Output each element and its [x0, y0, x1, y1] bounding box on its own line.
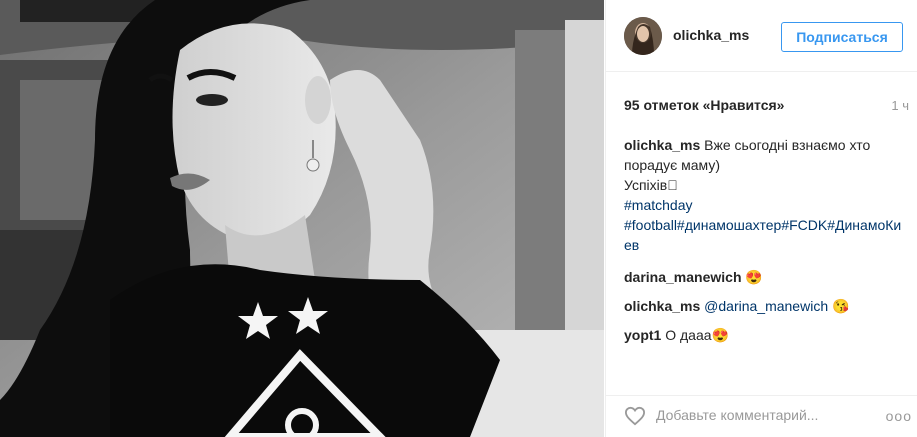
hashtag-link[interactable]: #matchday — [624, 197, 692, 213]
follow-button[interactable]: Подписаться — [781, 22, 903, 52]
post-time[interactable]: 1 ч — [891, 98, 909, 113]
header-username[interactable]: olichka_ms — [673, 27, 749, 43]
list-item: olichka_ms @darina_manewich 😘 — [624, 296, 904, 316]
heart-icon[interactable] — [624, 406, 646, 426]
caption-text-line2: Успіхів🏻 — [624, 177, 678, 193]
likes-count[interactable]: 95 отметок «Нравится» — [624, 97, 784, 113]
hashtags-link[interactable]: #football#динамошахтер#FCDK#ДинамоКиев — [624, 217, 901, 253]
comment-text: О дааа😍 — [665, 327, 729, 343]
caption-author[interactable]: olichka_ms — [624, 137, 700, 153]
comment-input[interactable]: Добавьте комментарий... — [656, 407, 818, 423]
comment-text: 😘 — [828, 298, 850, 314]
list-item: yopt1 О дааа😍 — [624, 325, 904, 345]
post-footer: Добавьте комментарий... ooo — [606, 395, 917, 437]
mention-link[interactable]: @darina_manewich — [704, 298, 828, 314]
post-header: olichka_ms Подписаться — [606, 0, 917, 72]
comment-author[interactable]: darina_manewich — [624, 269, 742, 285]
more-options-icon[interactable]: ooo — [886, 408, 912, 424]
list-item: darina_manewich 😍 — [624, 267, 904, 287]
post-photo[interactable] — [0, 0, 604, 437]
post-sidebar: olichka_ms Подписаться 95 отметок «Нрави… — [605, 0, 917, 437]
comment-author[interactable]: yopt1 — [624, 327, 661, 343]
comment-author[interactable]: olichka_ms — [624, 298, 700, 314]
comment-text: 😍 — [745, 269, 763, 285]
post-caption: olichka_ms Вже сьогодні взнаємо хто пора… — [624, 135, 904, 255]
comments-list: olichka_ms Вже сьогодні взнаємо хто пора… — [624, 135, 904, 354]
avatar[interactable] — [624, 17, 662, 55]
